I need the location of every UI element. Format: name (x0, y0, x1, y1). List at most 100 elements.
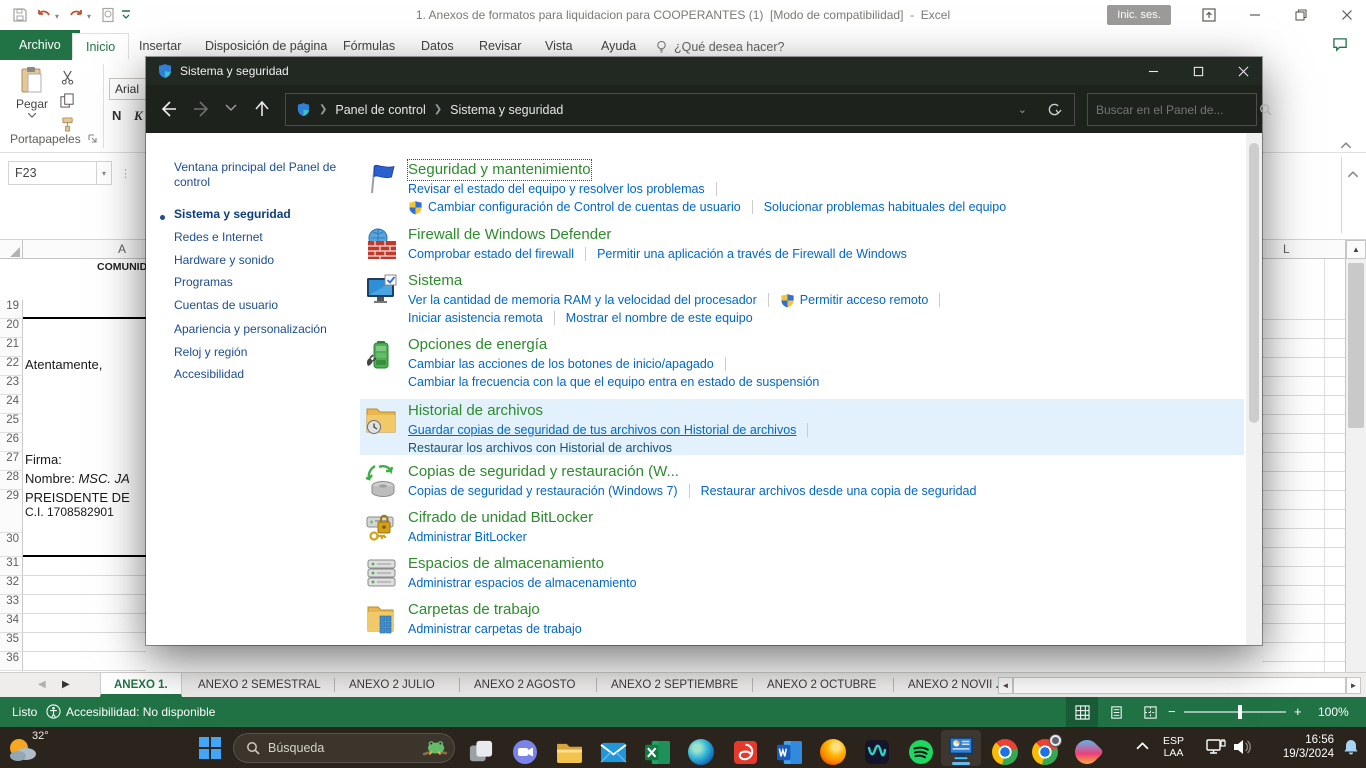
notification-bell-icon[interactable] (1342, 738, 1360, 756)
language-indicator[interactable]: ESPLAA (1163, 735, 1184, 759)
tab-inicio[interactable]: Inicio (72, 33, 129, 60)
grid-cell[interactable] (23, 319, 146, 338)
print-preview-icon[interactable] (100, 7, 116, 23)
normal-view-icon[interactable] (1066, 697, 1098, 727)
sidebar-item-apariencia[interactable]: Apariencia y personalización (174, 322, 327, 336)
section-title-link[interactable]: Carpetas de trabajo (408, 600, 540, 620)
column-a-header[interactable]: A (118, 242, 126, 256)
grid-row-30[interactable]: 30 (0, 533, 146, 557)
undo-icon[interactable] (36, 7, 52, 23)
grid-cell[interactable] (23, 595, 146, 614)
restore-button[interactable] (1284, 0, 1318, 30)
tab-vista[interactable]: Vista (532, 33, 586, 60)
breadcrumb-chevron-icon[interactable]: ❯ (319, 104, 327, 115)
cp-maximize-button[interactable] (1176, 57, 1221, 85)
sidebar-item-cuentas-de-usuario[interactable]: Cuentas de usuario (174, 298, 278, 312)
up-icon[interactable] (252, 99, 272, 119)
sheet-tab-anexo-2-semestral[interactable]: ANEXO 2 SEMESTRAL (185, 673, 334, 697)
section-title-link[interactable]: Opciones de energía (408, 335, 547, 355)
sidebar-home-link[interactable]: Ventana principal del Panel de control (174, 160, 344, 190)
collapse-formula-bar-icon[interactable] (1347, 171, 1359, 178)
hscroll-right-icon[interactable]: ► (1346, 677, 1361, 694)
sheet-tab-anexo-1[interactable]: ANEXO 1. (100, 673, 182, 697)
task-link[interactable]: Iniciar asistencia remota (408, 311, 543, 325)
cell-banner-text[interactable]: COMUNID (97, 261, 147, 273)
page-layout-view-icon[interactable] (1100, 697, 1132, 727)
horizontal-scrollbar[interactable] (1013, 677, 1346, 694)
column-l-header[interactable]: L (1262, 240, 1345, 259)
section-title-link[interactable]: Cifrado de unidad BitLocker (408, 508, 593, 528)
row-header[interactable]: 32 (0, 576, 23, 595)
task-link[interactable]: Ver la cantidad de memoria RAM y la velo… (408, 293, 757, 307)
row-header[interactable]: 29 (0, 490, 23, 533)
clock[interactable]: 16:56 19/3/2024 (1262, 733, 1334, 761)
save-icon[interactable] (12, 7, 28, 23)
row-header[interactable]: 31 (0, 557, 23, 576)
task-link-hovered[interactable]: Guardar copias de seguridad de tus archi… (408, 423, 796, 437)
zoom-out-icon[interactable]: − (1168, 704, 1176, 719)
task-link[interactable]: Administrar BitLocker (408, 530, 527, 544)
grid-cell[interactable] (23, 414, 146, 433)
chat-icon[interactable] (505, 732, 545, 768)
grid-row-36[interactable]: 36 (0, 652, 146, 671)
sidebar-item-sistema-y-seguridad[interactable]: Sistema y seguridad (174, 207, 291, 221)
grid-cell[interactable] (23, 338, 146, 357)
undo-dropdown-icon[interactable]: ▾ (55, 12, 59, 21)
sidebar-item-reloj-y-region[interactable]: Reloj y región (174, 345, 247, 359)
row-header[interactable]: 30 (0, 533, 23, 557)
grid-cell[interactable] (23, 533, 146, 557)
grid-row-34[interactable]: 34 (0, 614, 146, 633)
accessibility-status[interactable]: Accesibilidad: No disponible (66, 705, 215, 719)
task-link[interactable]: Restaurar archivos desde una copia de se… (701, 484, 977, 498)
excel-icon[interactable] (637, 732, 677, 768)
task-link[interactable]: Copias de seguridad y restauración (Wind… (408, 484, 678, 498)
row-header[interactable]: 24 (0, 395, 23, 414)
grid-row-27[interactable]: 27Firma: (0, 452, 146, 471)
task-link[interactable]: Cambiar las acciones de los botones de i… (408, 357, 714, 371)
grid-row-21[interactable]: 21 (0, 338, 146, 357)
grid-row-29[interactable]: 29PREISDENTE DEC.I. 1708582901 (0, 490, 146, 533)
section-title-link[interactable]: Sistema (408, 271, 462, 291)
sidebar-item-programas[interactable]: Programas (174, 275, 233, 289)
grid-row-20[interactable]: 20 (0, 319, 146, 338)
grid-cell[interactable] (23, 376, 146, 395)
row-header[interactable]: 28 (0, 471, 23, 490)
sheet-tab-anexo-2-julio[interactable]: ANEXO 2 JULIO (336, 673, 448, 697)
row-header[interactable]: 35 (0, 633, 23, 652)
paint-icon[interactable] (1067, 732, 1107, 768)
refresh-icon[interactable] (1047, 102, 1062, 117)
row-header[interactable]: 27 (0, 452, 23, 471)
column-header-row[interactable]: A (0, 240, 146, 259)
grid-row-23[interactable]: 23 (0, 376, 146, 395)
grid-cell[interactable]: Firma: (23, 452, 146, 471)
row-header[interactable]: 22 (0, 357, 23, 376)
firefox-icon[interactable] (813, 732, 853, 768)
name-box[interactable] (8, 161, 96, 185)
sheet-tab-anexo-2-agosto[interactable]: ANEXO 2 AGOSTO (461, 673, 588, 697)
grid-cell[interactable] (23, 633, 146, 652)
row-header[interactable]: 19 (0, 300, 23, 319)
start-button[interactable] (194, 732, 226, 764)
sheet-nav-prev-icon[interactable]: ◀ (38, 679, 46, 690)
sheet-tab-anexo-2-septiembre[interactable]: ANEXO 2 SEPTIEMBRE (598, 673, 751, 697)
page-break-view-icon[interactable] (1134, 697, 1166, 727)
hscroll-left-icon[interactable]: ◄ (998, 677, 1013, 694)
section-historial-de-archivos[interactable]: Historial de archivos Guardar copias de … (360, 399, 1244, 455)
word-icon[interactable] (769, 732, 809, 768)
cp-minimize-button[interactable] (1131, 57, 1176, 85)
weather-widget[interactable]: 32° (6, 729, 64, 766)
vertical-scrollbar[interactable]: ▲ (1346, 240, 1366, 672)
tray-chevron-icon[interactable] (1136, 741, 1149, 750)
grid-row-19[interactable]: 19 (0, 300, 146, 319)
volume-icon[interactable] (1232, 738, 1252, 756)
tab-ayuda[interactable]: Ayuda (588, 33, 649, 60)
task-link[interactable]: Comprobar estado del firewall (408, 247, 574, 261)
control-panel-search[interactable] (1087, 93, 1257, 126)
spotify-icon[interactable] (901, 732, 941, 768)
grid-row-28[interactable]: 28Nombre: MSC. JA (0, 471, 146, 490)
grid-row-26[interactable]: 26 (0, 433, 146, 452)
address-bar[interactable]: ❯ Panel de control ❯ Sistema y seguridad… (285, 93, 1075, 126)
task-link[interactable]: Permitir una aplicación a través de Fire… (597, 247, 907, 261)
ribbon-display-options-icon[interactable] (1192, 0, 1226, 30)
breadcrumb-root[interactable]: Panel de control (335, 103, 425, 117)
